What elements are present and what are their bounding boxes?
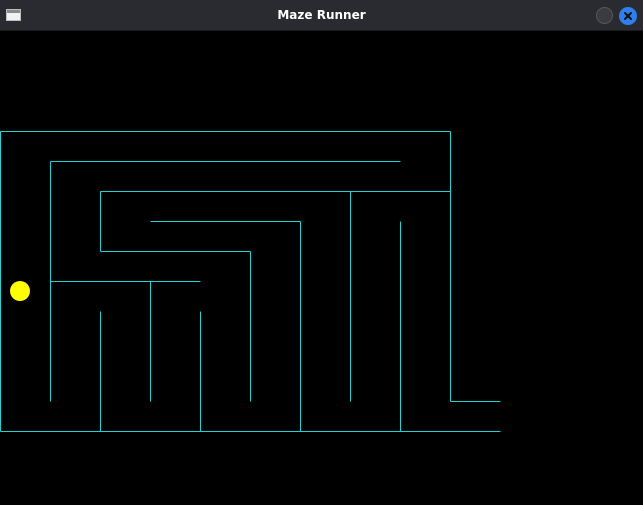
app-window: Maze Runner [0,0,643,505]
game-canvas[interactable] [0,31,643,505]
minimize-button[interactable] [596,7,613,24]
maze-board [0,131,501,432]
title-bar[interactable]: Maze Runner [0,0,643,31]
player-ball[interactable] [10,281,30,301]
window-title: Maze Runner [277,8,366,22]
close-button[interactable] [619,7,637,25]
close-icon [624,12,632,20]
maze-walls [0,131,501,432]
